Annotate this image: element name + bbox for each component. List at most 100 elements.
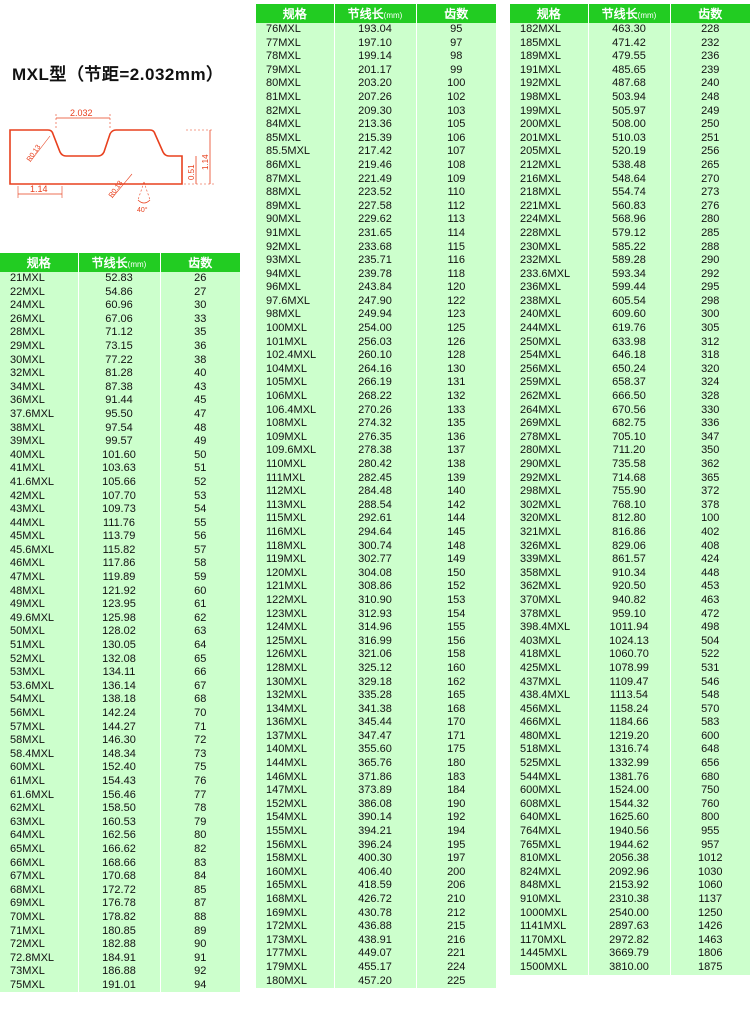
cell-model: 182MXL — [510, 23, 589, 37]
cell-length: 426.72 — [334, 893, 417, 907]
cell-teeth: 288 — [670, 240, 750, 255]
cell-model: 250MXL — [510, 335, 589, 350]
cell-model: 39MXL — [0, 435, 79, 449]
cell-teeth: 546 — [670, 675, 750, 690]
cell-model: 72.8MXL — [0, 951, 79, 966]
cell-model: 278MXL — [510, 430, 589, 445]
table-row: 169MXL 430.78 212 — [256, 906, 496, 921]
cell-teeth: 87 — [160, 897, 240, 911]
cell-model: 438.4MXL — [510, 689, 589, 703]
cell-length: 487.68 — [588, 77, 671, 91]
cell-length: 221.49 — [334, 172, 417, 187]
table-row: 403MXL 1024.13 504 — [510, 634, 750, 649]
cell-model: 65MXL — [0, 842, 79, 857]
cell-teeth: 408 — [670, 539, 750, 554]
cell-teeth: 750 — [670, 784, 750, 798]
table-row: 264MXL 670.56 330 — [510, 403, 750, 418]
table-row: 109MXL 276.35 136 — [256, 430, 496, 445]
cell-length: 142.24 — [78, 707, 161, 721]
cell-teeth: 1463 — [670, 933, 750, 948]
table-row: 122MXL 310.90 153 — [256, 593, 496, 608]
cell-length: 146.30 — [78, 734, 161, 748]
cell-model: 93MXL — [256, 254, 335, 268]
table-row: 126MXL 321.06 158 — [256, 648, 496, 662]
table-row: 228MXL 579.12 285 — [510, 226, 750, 241]
cell-length: 910.34 — [588, 566, 671, 581]
cell-model: 810MXL — [510, 852, 589, 866]
cell-teeth: 522 — [670, 648, 750, 662]
cell-model: 53.6MXL — [0, 679, 79, 694]
cell-teeth: 290 — [670, 254, 750, 268]
cell-model: 58.4MXL — [0, 747, 79, 762]
cell-length: 735.58 — [588, 458, 671, 472]
radius-top-label: R0.13 — [26, 144, 43, 163]
cell-model: 50MXL — [0, 625, 79, 640]
cell-model: 120MXL — [256, 566, 335, 581]
cell-model: 86MXL — [256, 158, 335, 173]
cell-teeth: 114 — [416, 226, 496, 241]
cell-model: 40MXL — [0, 448, 79, 463]
cell-teeth: 65 — [160, 652, 240, 667]
cell-teeth: 175 — [416, 743, 496, 758]
table-row: 113MXL 288.54 142 — [256, 498, 496, 513]
cell-teeth: 1426 — [670, 920, 750, 934]
table-row: 302MXL 768.10 378 — [510, 498, 750, 513]
cell-teeth: 955 — [670, 825, 750, 839]
cell-teeth: 98 — [416, 50, 496, 64]
cell-teeth: 48 — [160, 421, 240, 436]
cell-model: 280MXL — [510, 444, 589, 458]
cell-model: 154MXL — [256, 811, 335, 826]
cell-length: 292.61 — [334, 512, 417, 526]
cell-teeth: 504 — [670, 634, 750, 649]
table-row: 97.6MXL 247.90 122 — [256, 294, 496, 309]
cell-teeth: 155 — [416, 621, 496, 635]
cell-model: 126MXL — [256, 648, 335, 662]
cell-teeth: 324 — [670, 376, 750, 391]
cell-teeth: 152 — [416, 580, 496, 594]
cell-length: 579.12 — [588, 226, 671, 241]
cell-teeth: 26 — [160, 272, 240, 286]
cell-length: 390.14 — [334, 811, 417, 826]
cell-teeth: 88 — [160, 910, 240, 925]
cell-length: 213.36 — [334, 118, 417, 132]
cell-model: 185MXL — [510, 36, 589, 51]
cell-model: 302MXL — [510, 498, 589, 513]
cell-model: 34MXL — [0, 380, 79, 395]
table-header-row: 规格 节线长(mm) 齿数 — [256, 4, 496, 23]
cell-model: 58MXL — [0, 734, 79, 748]
cell-model: 418MXL — [510, 648, 589, 662]
cell-length: 176.78 — [78, 897, 161, 911]
table-header-row: 规格 节线长(mm) 齿数 — [0, 253, 240, 272]
spec-table-1: 规格 节线长(mm) 齿数 21MXL 52.83 26 22MXL 54.86 27 24… — [0, 253, 240, 993]
cell-length: 2310.38 — [588, 893, 671, 907]
cell-length: 197.10 — [334, 36, 417, 51]
cell-teeth: 168 — [416, 702, 496, 717]
cell-teeth: 92 — [160, 965, 240, 979]
cell-teeth: 59 — [160, 571, 240, 585]
cell-length: 288.54 — [334, 498, 417, 513]
cell-model: 130MXL — [256, 675, 335, 690]
cell-model: 72MXL — [0, 938, 79, 952]
cell-length: 132.08 — [78, 652, 161, 667]
cell-model: 173MXL — [256, 933, 335, 948]
cell-length: 119.89 — [78, 571, 161, 585]
cell-model: 63MXL — [0, 815, 79, 830]
cell-length: 71.12 — [78, 326, 161, 340]
table-row: 39MXL 99.57 49 — [0, 435, 240, 449]
table-row: 1141MXL 2897.63 1426 — [510, 920, 750, 934]
table-row: 101MXL 256.03 126 — [256, 335, 496, 350]
cell-length: 1944.62 — [588, 838, 671, 853]
cell-teeth: 105 — [416, 118, 496, 132]
cell-length: 223.52 — [334, 186, 417, 200]
cell-teeth: 350 — [670, 444, 750, 458]
cell-teeth: 225 — [416, 974, 496, 989]
cell-length: 768.10 — [588, 498, 671, 513]
table-row: 41MXL 103.63 51 — [0, 462, 240, 476]
cell-model: 110MXL — [256, 458, 335, 472]
cell-teeth: 194 — [416, 825, 496, 839]
table-row: 221MXL 560.83 276 — [510, 199, 750, 214]
cell-model: 198MXL — [510, 90, 589, 105]
table-row: 269MXL 682.75 336 — [510, 417, 750, 431]
cell-length: 325.12 — [334, 661, 417, 676]
cell-length: 314.96 — [334, 621, 417, 635]
